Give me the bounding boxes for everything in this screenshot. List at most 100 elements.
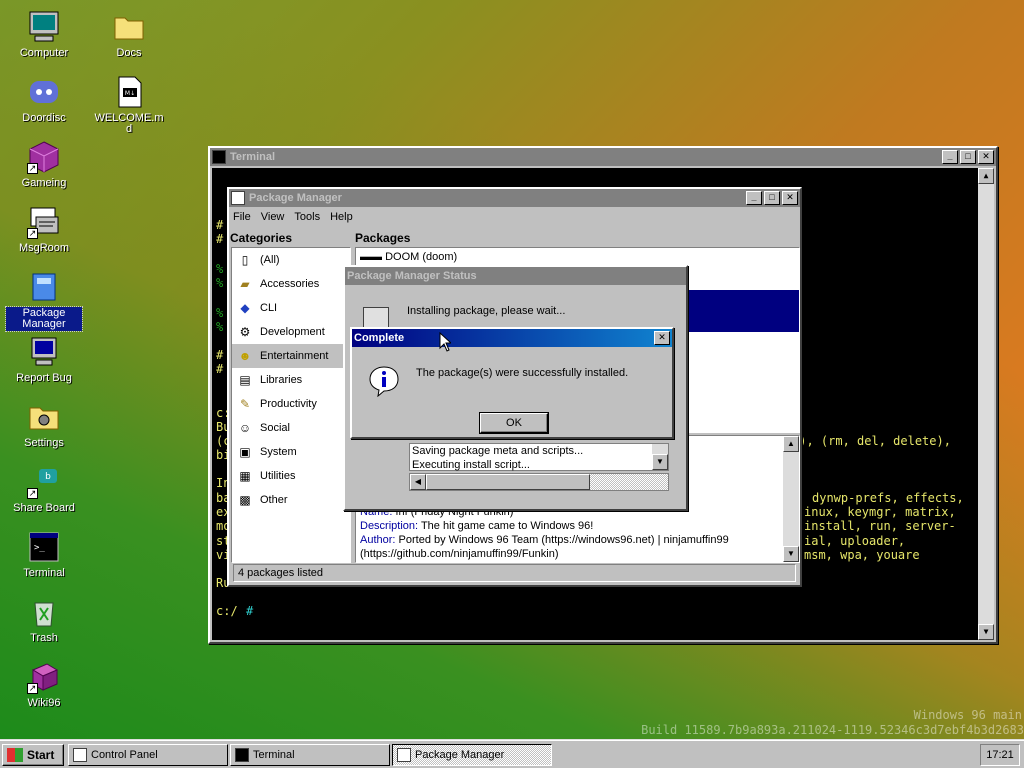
category-accessories[interactable]: ▰ Accessories	[232, 272, 350, 296]
scroll-thumb[interactable]	[426, 474, 590, 490]
window-title: Complete	[354, 332, 405, 344]
menu-view[interactable]: View	[261, 211, 285, 223]
maximize-button[interactable]: □	[764, 191, 780, 205]
desktop-icon-label: Gameing	[21, 177, 67, 189]
shortcut-arrow-icon: ↗	[27, 488, 38, 499]
svg-text:b: b	[45, 472, 51, 482]
desktop-icon-settings[interactable]: Settings	[6, 400, 82, 450]
control-panel-icon	[73, 748, 87, 762]
desktop-icon-terminal[interactable]: >_ Terminal	[6, 530, 82, 580]
log-horizontal-scrollbar[interactable]: ◀	[409, 473, 669, 491]
package-label: DOOM (doom)	[385, 251, 458, 263]
package-row[interactable]: ▬▬ DOOM (doom)	[356, 248, 799, 266]
category-utilities[interactable]: ▦ Utilities	[232, 464, 350, 488]
package-manager-titlebar[interactable]: Package Manager _ □ ✕	[229, 189, 800, 207]
desktop-icon-welcome[interactable]: M↓ WELCOME.md	[91, 75, 167, 136]
desktop-icon-package-manager[interactable]: Package Manager	[5, 270, 83, 332]
task-control-panel[interactable]: Control Panel	[68, 744, 228, 766]
close-button[interactable]: ✕	[654, 331, 670, 345]
category-social[interactable]: ☺ Social	[232, 416, 350, 440]
clock[interactable]: 17:21	[980, 744, 1020, 766]
scroll-down-button[interactable]: ▼	[652, 454, 668, 470]
maximize-button[interactable]: □	[960, 150, 976, 164]
status-dialog-titlebar[interactable]: Package Manager Status	[345, 267, 686, 285]
terminal-line: %	[216, 262, 224, 276]
status-message: Installing package, please wait...	[407, 305, 566, 317]
other-icon: ▩	[239, 493, 251, 507]
category-label: Other	[260, 494, 288, 506]
build-watermark-line2: Build 11589.7b9a893a.211024-1119.52346c3…	[641, 723, 1024, 737]
utilities-icon: ▦	[239, 469, 251, 483]
desktop-icon-label: Doordisc	[22, 112, 66, 124]
desc-author-value: Ported by Windows 96 Team (https://windo…	[398, 534, 729, 546]
desktop-icon-label: Computer	[19, 47, 69, 59]
terminal-icon	[235, 748, 249, 762]
minimize-button[interactable]: _	[746, 191, 762, 205]
complete-dialog-titlebar[interactable]: Complete ✕	[352, 329, 672, 347]
desktop-icon-label: Report Bug	[16, 372, 72, 384]
category-cli[interactable]: ◆ CLI	[232, 296, 350, 320]
close-button[interactable]: ✕	[782, 191, 798, 205]
desc-author-key: Author:	[360, 534, 396, 546]
description-scrollbar[interactable]: ▲ ▼	[783, 436, 799, 562]
menu-file[interactable]: File	[233, 211, 251, 223]
accessories-icon: ▰	[240, 277, 250, 291]
category-development[interactable]: ⚙ Development	[232, 320, 350, 344]
desktop-icon-wiki96[interactable]: ↗ Wiki96	[6, 660, 82, 710]
desktop-icon-docs[interactable]: Docs	[91, 10, 167, 60]
scroll-up-button[interactable]: ▲	[783, 436, 799, 452]
desktop-icon-share-board[interactable]: b ↗ Share Board	[6, 465, 82, 515]
complete-dialog[interactable]: Complete ✕ The package(s) were successfu…	[350, 327, 674, 439]
desktop-icon-label: Trash	[30, 632, 58, 644]
desktop-icon-label: Wiki96	[27, 697, 61, 709]
terminal-line: #	[216, 232, 224, 246]
terminal-prompt-symbol[interactable]: #	[246, 604, 253, 618]
scroll-up-button[interactable]: ▲	[978, 168, 994, 184]
desktop-icon-label: Terminal	[23, 567, 65, 579]
bug-report-icon	[27, 335, 61, 369]
task-terminal[interactable]: Terminal	[230, 744, 390, 766]
category-productivity[interactable]: ✎ Productivity	[232, 392, 350, 416]
category-other[interactable]: ▩ Other	[232, 488, 350, 512]
log-scrollbar[interactable]: ▼	[652, 444, 668, 470]
desktop-icon-msgroom[interactable]: ↗ MsgRoom	[6, 205, 82, 255]
category-system[interactable]: ▣ System	[232, 440, 350, 464]
categories-list[interactable]: ▯ (All) ▰ Accessories ◆ CLI ⚙ Development ☻ E…	[231, 247, 351, 563]
desktop-icon-trash[interactable]: Trash	[6, 595, 82, 645]
window-title: Package Manager	[249, 192, 342, 204]
trash-icon	[27, 595, 61, 629]
category-label: Development	[260, 326, 325, 338]
menu-tools[interactable]: Tools	[294, 211, 320, 223]
build-watermark-line1: Windows 96 main	[913, 708, 1022, 722]
category-all[interactable]: ▯ (All)	[232, 248, 350, 272]
scroll-left-button[interactable]: ◀	[410, 474, 426, 490]
scroll-down-button[interactable]: ▼	[783, 546, 799, 562]
terminal-line: %	[216, 306, 224, 320]
desktop-icon-report-bug[interactable]: Report Bug	[6, 335, 82, 385]
start-button[interactable]: Start	[2, 744, 64, 766]
close-button[interactable]: ✕	[978, 150, 994, 164]
smiley-icon: ☻	[238, 349, 252, 363]
svg-text:M↓: M↓	[125, 90, 135, 97]
desktop-icon-doordisc[interactable]: Doordisc	[6, 75, 82, 125]
log-line: Executing install script...	[412, 459, 530, 471]
category-libraries[interactable]: ▤ Libraries	[232, 368, 350, 392]
terminal-titlebar[interactable]: Terminal _ □ ✕	[210, 148, 996, 166]
desktop-icon-computer[interactable]: Computer	[6, 10, 82, 60]
task-label: Terminal	[253, 749, 295, 761]
desktop-icon-gameing[interactable]: ↗ Gameing	[6, 140, 82, 190]
task-package-manager[interactable]: Package Manager	[392, 744, 552, 766]
minimize-button[interactable]: _	[942, 150, 958, 164]
category-label: Entertainment	[260, 350, 329, 362]
windows-logo-icon	[7, 748, 23, 762]
terminal-scrollbar[interactable]: ▲ ▼	[978, 168, 994, 640]
all-icon: ▯	[241, 253, 249, 267]
ok-button[interactable]: OK	[479, 412, 549, 434]
mouse-cursor-icon	[439, 331, 453, 355]
status-bar: 4 packages listed	[233, 564, 796, 582]
productivity-icon: ✎	[239, 397, 251, 411]
menu-help[interactable]: Help	[330, 211, 353, 223]
scroll-down-button[interactable]: ▼	[978, 624, 994, 640]
category-entertainment[interactable]: ☻ Entertainment	[232, 344, 350, 368]
taskbar: Start Control Panel Terminal Package Man…	[0, 740, 1024, 768]
